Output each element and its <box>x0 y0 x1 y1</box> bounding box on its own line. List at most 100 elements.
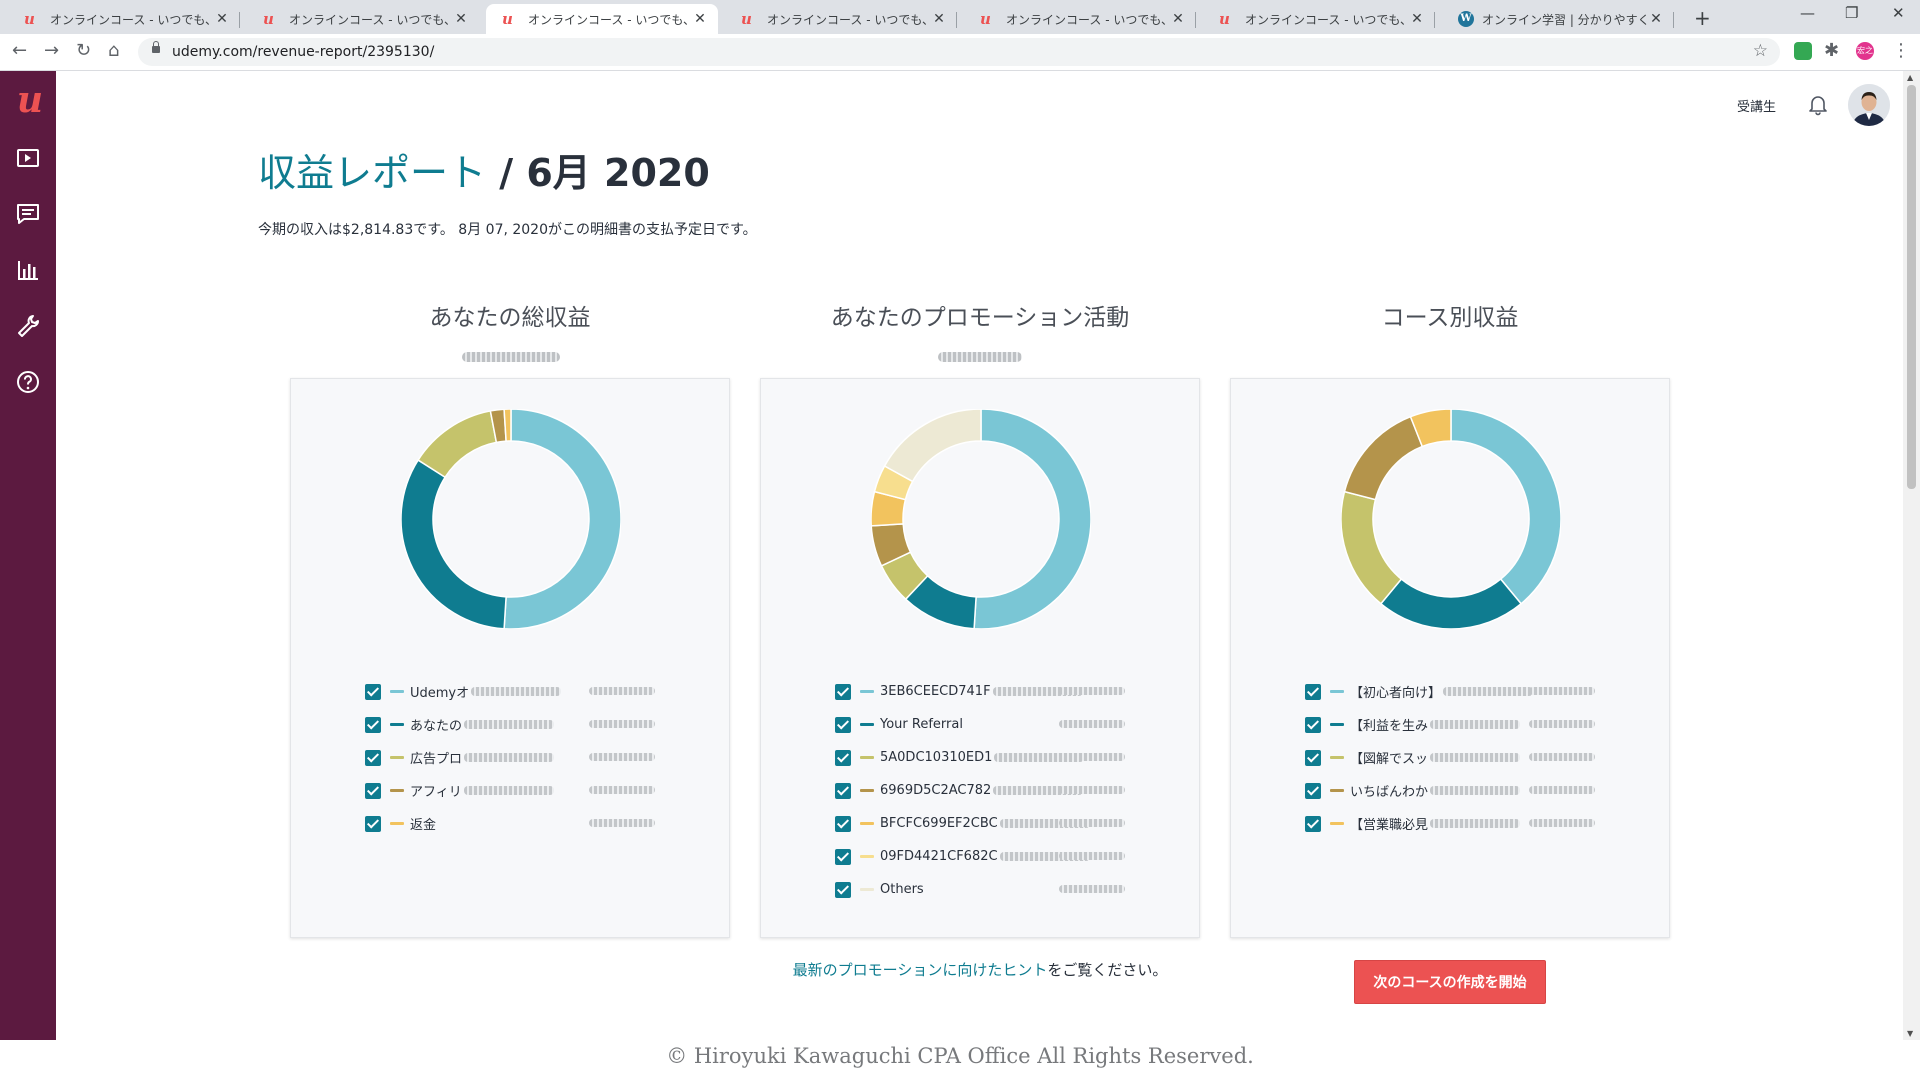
legend-checkbox[interactable] <box>1305 749 1321 766</box>
browser-tab[interactable]: u オンラインコース - いつでも、どこでも |✕ <box>486 4 718 34</box>
legend-item[interactable]: 【利益を生み <box>1305 708 1605 741</box>
donut-slice[interactable] <box>1341 490 1403 605</box>
legend-checkbox[interactable] <box>365 749 381 766</box>
legend-checkbox[interactable] <box>835 716 851 733</box>
legend-item[interactable]: 【図解でスッ <box>1305 741 1605 774</box>
legend-label: 広告プロ <box>410 752 463 767</box>
minimize-icon[interactable]: — <box>1800 4 1815 22</box>
legend-checkbox[interactable] <box>1305 683 1321 700</box>
legend-item[interactable]: 広告プロ <box>365 741 665 774</box>
legend-swatch <box>1330 822 1344 825</box>
tab-close-icon[interactable]: ✕ <box>453 11 469 27</box>
legend-checkbox[interactable] <box>365 815 381 832</box>
legend-checkbox[interactable] <box>835 848 851 865</box>
user-avatar[interactable] <box>1848 84 1890 126</box>
legend-checkbox[interactable] <box>835 782 851 799</box>
legend-checkbox[interactable] <box>835 815 851 832</box>
restore-icon[interactable]: ❐ <box>1845 4 1858 22</box>
legend-item[interactable]: 3EB6CEECD741F <box>835 675 1135 708</box>
browser-tab[interactable]: u オンラインコース - いつでも、どこでも |✕ <box>8 4 240 34</box>
help-icon[interactable] <box>15 369 41 395</box>
tab-close-icon[interactable]: ✕ <box>1409 11 1425 27</box>
tab-close-icon[interactable]: ✕ <box>692 11 708 27</box>
courses-icon[interactable] <box>15 145 41 171</box>
notification-bell-icon[interactable] <box>1806 92 1830 116</box>
address-bar[interactable]: udemy.com/revenue-report/2395130/ ☆ <box>138 38 1780 66</box>
legend-item[interactable]: 6969D5C2AC782 <box>835 774 1135 807</box>
scroll-up-arrow-icon[interactable]: ▲ <box>1907 73 1913 82</box>
tab-close-icon[interactable]: ✕ <box>214 11 230 27</box>
legend-checkbox[interactable] <box>365 716 381 733</box>
donut-slice[interactable] <box>973 409 1091 629</box>
legend-item[interactable]: Your Referral <box>835 708 1135 741</box>
legend-label: 【図解でスッ <box>1350 752 1429 767</box>
legend-item[interactable]: あなたの <box>365 708 665 741</box>
section-title-promotions: あなたのプロモーション活動 <box>830 305 1130 331</box>
tab-close-icon[interactable]: ✕ <box>1648 11 1664 27</box>
legend-item[interactable]: いちばんわか <box>1305 774 1605 807</box>
legend-swatch <box>1330 756 1344 759</box>
forward-icon[interactable]: → <box>44 40 59 61</box>
legend-item[interactable]: Others <box>835 873 1135 906</box>
legend-swatch <box>390 789 404 792</box>
page-scrollbar[interactable]: ▲ ▼ <box>1903 71 1920 1040</box>
legend-checkbox[interactable] <box>1305 782 1321 799</box>
redacted-label <box>1430 819 1521 828</box>
tools-icon[interactable] <box>15 313 41 339</box>
redacted-label <box>1430 786 1521 795</box>
tab-close-icon[interactable]: ✕ <box>1170 11 1186 27</box>
student-view-link[interactable]: 受講生 <box>1737 96 1776 115</box>
browser-menu-icon[interactable]: ⋮ <box>1892 40 1910 61</box>
browser-tab[interactable]: u オンラインコース - いつでも、どこでも |✕ <box>1203 4 1435 34</box>
legend-checkbox[interactable] <box>365 782 381 799</box>
revenue-report-breadcrumb[interactable]: 収益レポート <box>258 151 486 195</box>
legend-item[interactable]: BFCFC699EF2CBC <box>835 807 1135 840</box>
scroll-down-arrow-icon[interactable]: ▼ <box>1907 1029 1913 1038</box>
messages-icon[interactable] <box>15 201 41 227</box>
legend-item[interactable]: Udemyオ <box>365 675 665 708</box>
legend-item[interactable]: アフィリ <box>365 774 665 807</box>
legend-checkbox[interactable] <box>835 749 851 766</box>
url-text[interactable]: udemy.com/revenue-report/2395130/ <box>172 44 434 60</box>
browser-tab[interactable]: W オンライン学習 | 分かりやすく会計を✕ <box>1442 4 1674 34</box>
performance-icon[interactable] <box>15 257 41 283</box>
donut-slice[interactable] <box>417 410 498 479</box>
donut-slice[interactable] <box>503 409 512 442</box>
donut-slice[interactable] <box>1379 578 1523 629</box>
bookmark-star-icon[interactable]: ☆ <box>1753 41 1768 61</box>
legend-item[interactable]: 【営業職必見 <box>1305 807 1605 840</box>
donut-slice[interactable] <box>401 459 507 629</box>
tab-close-icon[interactable]: ✕ <box>931 11 947 27</box>
create-next-course-button[interactable]: 次のコースの作成を開始 <box>1354 960 1546 1004</box>
profile-avatar[interactable]: 宏之 <box>1856 42 1874 60</box>
donut-slice[interactable] <box>503 409 621 629</box>
browser-tab[interactable]: u オンラインコース - いつでも、どこでも |✕ <box>725 4 957 34</box>
legend-checkbox[interactable] <box>1305 815 1321 832</box>
extensions-puzzle-icon[interactable]: ✱ <box>1824 40 1839 61</box>
udemy-favicon-icon: u <box>502 10 513 28</box>
reload-icon[interactable]: ↻ <box>76 40 91 61</box>
back-icon[interactable]: ← <box>12 40 27 61</box>
promotion-tips-link[interactable]: 最新のプロモーションに向けたヒント <box>793 961 1048 979</box>
home-icon[interactable]: ⌂ <box>108 40 119 61</box>
legend-checkbox[interactable] <box>365 683 381 700</box>
scrollbar-thumb[interactable] <box>1907 85 1916 489</box>
legend-checkbox[interactable] <box>835 683 851 700</box>
donut-slice[interactable] <box>1343 415 1424 501</box>
donut-slice[interactable] <box>1450 409 1561 605</box>
legend-checkbox[interactable] <box>835 881 851 898</box>
legend-item[interactable]: 【初心者向け】 <box>1305 675 1605 708</box>
legend-item[interactable]: 返金 <box>365 807 665 840</box>
legend-item[interactable]: 09FD4421CF682C <box>835 840 1135 873</box>
browser-tab[interactable]: u オンラインコース - いつでも、どこでも |✕ <box>247 4 479 34</box>
browser-tab[interactable]: u オンラインコース - いつでも、どこでも |✕ <box>964 4 1196 34</box>
donut-slice[interactable] <box>883 409 982 483</box>
legend-item[interactable]: 5A0DC10310ED1 <box>835 741 1135 774</box>
extension-icon[interactable] <box>1794 42 1812 60</box>
legend-swatch <box>860 822 874 825</box>
lock-icon <box>152 41 160 53</box>
udemy-logo[interactable]: u <box>10 79 50 121</box>
close-window-icon[interactable]: ✕ <box>1892 4 1905 22</box>
legend-checkbox[interactable] <box>1305 716 1321 733</box>
new-tab-button[interactable]: + <box>1694 6 1711 30</box>
